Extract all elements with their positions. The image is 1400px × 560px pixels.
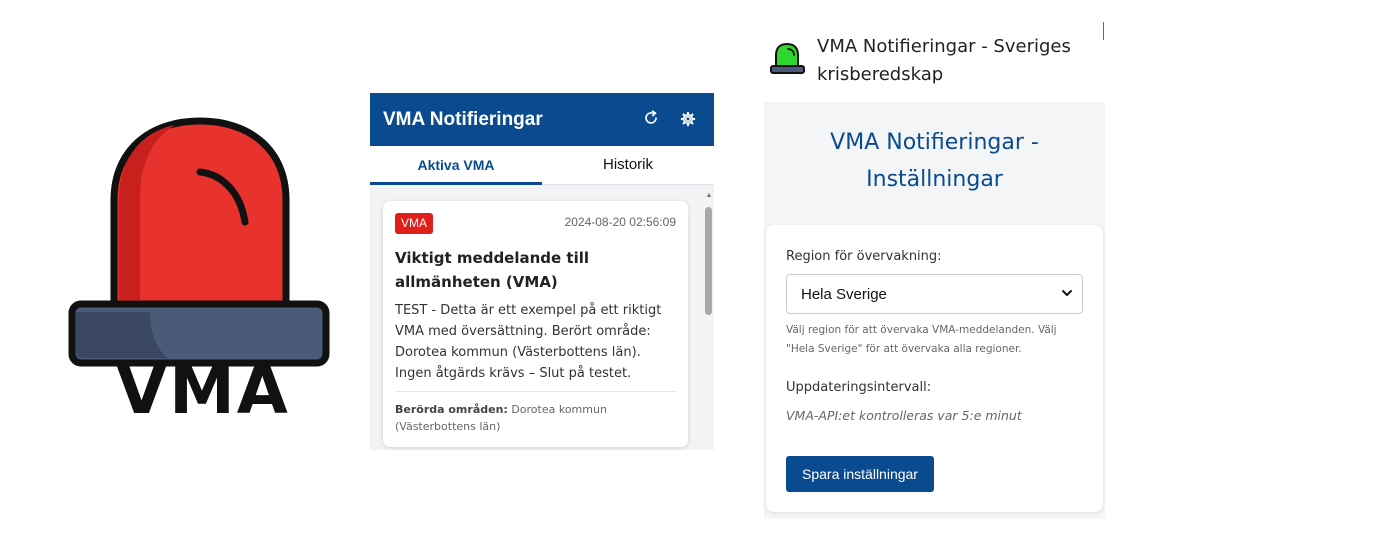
region-help-text: Välj region för att övervaka VMA-meddela… bbox=[786, 324, 1057, 355]
scrollbar-thumb[interactable] bbox=[705, 207, 712, 315]
affected-areas-label: Berörda områden: bbox=[395, 403, 508, 416]
alert-timestamp: 2024-08-20 02:56:09 bbox=[564, 215, 676, 229]
tab-aktiva-vma[interactable]: Aktiva VMA bbox=[370, 146, 542, 185]
divider bbox=[395, 391, 676, 392]
scroll-up-arrow-icon[interactable]: ▲ bbox=[704, 192, 714, 200]
region-select[interactable]: Hela Sverige bbox=[786, 274, 1083, 314]
tab-bar: Aktiva VMA Historik bbox=[370, 146, 714, 185]
green-siren-icon bbox=[770, 42, 805, 74]
options-window-header: VMA Notifieringar - Sveriges krisberedsk… bbox=[764, 22, 1104, 102]
options-window-title: VMA Notifieringar - Sveriges krisberedsk… bbox=[817, 36, 1071, 85]
page-title: VMA Notifieringar - Inställningar bbox=[830, 130, 1039, 192]
settings-card: Region för övervakning: Hela Sverige Väl… bbox=[766, 225, 1103, 512]
region-select-value: Hela Sverige bbox=[801, 286, 887, 303]
extension-popup: VMA Notifieringar Aktiva VMA Historik ▲ … bbox=[370, 93, 714, 450]
refresh-button[interactable] bbox=[641, 109, 661, 129]
popup-title: VMA Notifieringar bbox=[383, 109, 543, 130]
region-label: Region för övervakning: bbox=[786, 249, 942, 264]
refresh-icon bbox=[645, 110, 657, 124]
alert-title: Viktigt meddelande till allmänheten (VMA… bbox=[395, 249, 590, 291]
interval-note: VMA-API:et kontrolleras var 5:e minut bbox=[786, 408, 1022, 423]
popup-header: VMA Notifieringar bbox=[370, 93, 714, 146]
interval-label: Uppdateringsintervall: bbox=[786, 380, 932, 395]
logo-text: VMA bbox=[116, 352, 290, 429]
options-page: VMA Notifieringar - Inställningar Region… bbox=[764, 102, 1105, 519]
alert-card[interactable]: VMA 2024-08-20 02:56:09 Viktigt meddelan… bbox=[383, 201, 688, 447]
text-cursor bbox=[1103, 22, 1104, 40]
chevron-down-icon bbox=[1062, 290, 1072, 296]
save-settings-button[interactable]: Spara inställningar bbox=[786, 456, 934, 492]
stage: VMA VMA Notifieringar Aktiva VMA Histori… bbox=[0, 0, 1400, 560]
tab-historik[interactable]: Historik bbox=[542, 146, 714, 185]
vma-badge: VMA bbox=[395, 213, 434, 234]
alert-body: TEST - Detta är ett exempel på ett rikti… bbox=[395, 303, 662, 381]
affected-areas: Berörda områden: Dorotea kommun (Västerb… bbox=[395, 401, 680, 435]
gear-icon bbox=[680, 111, 696, 127]
settings-button[interactable] bbox=[678, 109, 698, 129]
